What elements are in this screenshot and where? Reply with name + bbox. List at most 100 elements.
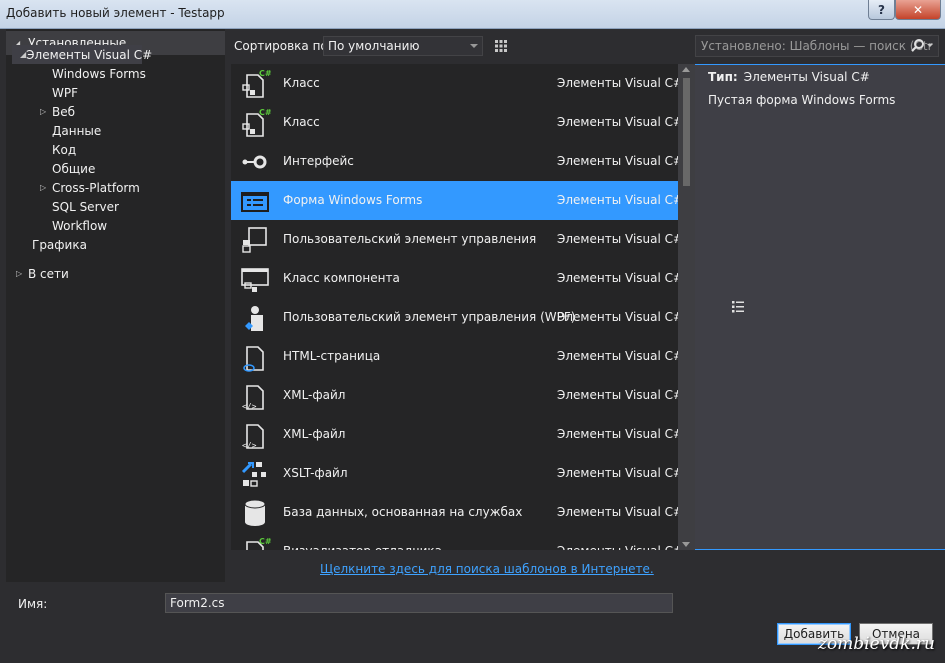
dropdown-arrow-icon xyxy=(470,44,478,48)
template-category: Элементы Visual C# xyxy=(557,544,678,550)
scroll-up-icon[interactable] xyxy=(682,67,690,72)
details-type: Тип: Элементы Visual C# xyxy=(708,70,870,84)
tree-item[interactable]: ▷ Веб xyxy=(40,102,75,121)
template-name: Визуализатор отладчика xyxy=(283,544,442,550)
collapsed-arrow-icon[interactable]: ▷ xyxy=(40,107,52,116)
tree-item-label: Данные xyxy=(52,123,102,138)
tree-item[interactable]: ▷ В сети xyxy=(16,264,69,283)
tree-item-label: Cross-Platform xyxy=(52,180,140,195)
template-row[interactable]: </> XML-файл Элементы Visual C# xyxy=(231,376,678,415)
template-row[interactable]: XSLT-файл Элементы Visual C# xyxy=(231,454,678,493)
template-name: Класс компонента xyxy=(283,271,400,285)
tree-item-label: В сети xyxy=(28,266,69,281)
template-name: XML-файл xyxy=(283,427,346,441)
template-name: XSLT-файл xyxy=(283,466,348,480)
component-class-icon xyxy=(241,268,269,292)
svg-text:C#: C# xyxy=(259,69,271,78)
template-row[interactable]: C# Класс Элементы Visual C# xyxy=(231,64,678,103)
template-category: Элементы Visual C# xyxy=(557,76,678,90)
tree-item-label: Общие xyxy=(52,161,96,176)
template-category: Элементы Visual C# xyxy=(557,466,678,480)
tree-item-label: Веб xyxy=(52,104,76,119)
tree-item[interactable]: Данные xyxy=(40,121,101,140)
database-icon xyxy=(244,499,266,526)
tree-item[interactable]: SQL Server xyxy=(40,197,119,216)
tree-item[interactable]: Общие xyxy=(40,159,95,178)
help-button[interactable]: ? xyxy=(868,0,895,20)
tree-item-label: Workflow xyxy=(52,218,108,233)
template-row[interactable]: </> XML-файл Элементы Visual C# xyxy=(231,415,678,454)
close-button[interactable]: ✕ xyxy=(895,0,941,20)
svg-text:C#: C# xyxy=(259,108,271,117)
template-category: Элементы Visual C# xyxy=(557,115,678,129)
template-category: Элементы Visual C# xyxy=(557,232,678,246)
template-category: Элементы Visual C# xyxy=(557,349,678,363)
tree-item[interactable]: Код xyxy=(40,140,76,159)
template-list[interactable]: C# Класс Элементы Visual C# C# Класс Элемент… xyxy=(231,64,678,550)
template-row[interactable]: C# Визуализатор отладчика Элементы Visual … xyxy=(231,532,678,550)
template-category: Элементы Visual C# xyxy=(557,427,678,441)
search-placeholder: Установлено: Шаблоны — поиск (Ctr xyxy=(701,39,933,53)
template-row[interactable]: Форма Windows Forms Элементы Visual C# xyxy=(231,181,678,220)
user-control-icon xyxy=(242,227,267,253)
tree-item[interactable]: Workflow xyxy=(40,216,107,235)
scroll-down-icon[interactable] xyxy=(682,542,690,547)
xml-file-icon: </> xyxy=(242,424,264,450)
details-type-label: Тип: xyxy=(708,70,738,84)
template-category: Элементы Visual C# xyxy=(557,505,678,519)
sort-dropdown[interactable]: По умолчанию xyxy=(323,36,483,56)
template-name: Класс xyxy=(283,76,320,90)
details-description: Пустая форма Windows Forms xyxy=(708,93,896,107)
template-row[interactable]: Пользовательский элемент управления Элеме… xyxy=(231,220,678,259)
search-button[interactable] xyxy=(911,38,935,54)
xml-file-icon: </> xyxy=(242,385,264,411)
template-name: Интерфейс xyxy=(283,154,354,168)
template-row[interactable]: Интерфейс Элементы Visual C# xyxy=(231,142,678,181)
template-list-scrollbar[interactable] xyxy=(678,64,695,550)
tree-item-label: Код xyxy=(52,142,77,157)
template-search-input[interactable]: Установлено: Шаблоны — поиск (Ctr xyxy=(695,35,939,57)
template-tree: ◢ Установленные ◢ Элементы Visual C# Windo… xyxy=(6,29,225,582)
tree-item[interactable]: ◢ Элементы Visual C# xyxy=(12,45,152,64)
window-title: Добавить новый элемент - Testapp xyxy=(6,6,225,20)
template-name: Форма Windows Forms xyxy=(283,193,423,207)
name-input[interactable]: Form2.cs xyxy=(165,593,673,613)
class-icon: C# xyxy=(242,69,271,98)
template-row[interactable]: Класс компонента Элементы Visual C# xyxy=(231,259,678,298)
tree-item-label: SQL Server xyxy=(52,199,119,214)
template-category: Элементы Visual C# xyxy=(557,310,678,324)
template-name: HTML-страница xyxy=(283,349,381,363)
template-name: Класс xyxy=(283,115,320,129)
tree-item[interactable]: WPF xyxy=(40,83,78,102)
list-view-icon xyxy=(731,301,744,313)
sort-dropdown-value: По умолчанию xyxy=(328,39,420,53)
title-bar: Добавить новый элемент - Testapp ? ✕ xyxy=(0,0,945,29)
details-type-value: Элементы Visual C# xyxy=(743,70,870,84)
tree-item[interactable]: ▷ Cross-Platform xyxy=(40,178,140,197)
template-name: Пользовательский элемент управления (WPF… xyxy=(283,310,576,324)
scroll-thumb[interactable] xyxy=(683,78,690,186)
debugger-visualizer-icon: C# xyxy=(246,537,271,550)
template-row[interactable]: База данных, основанная на службах Элемен… xyxy=(231,493,678,532)
template-row[interactable]: Пользовательский элемент управления (WPF… xyxy=(231,298,678,337)
sort-label: Сортировка по: xyxy=(234,39,332,53)
template-row[interactable]: HTML-страница Элементы Visual C# xyxy=(231,337,678,376)
name-input-value: Form2.cs xyxy=(170,596,225,610)
xslt-file-icon xyxy=(241,462,266,487)
online-templates-link[interactable]: Щелкните здесь для поиска шаблонов в Инт… xyxy=(320,562,654,576)
collapsed-arrow-icon[interactable]: ▷ xyxy=(16,269,28,278)
template-row[interactable]: C# Класс Элементы Visual C# xyxy=(231,103,678,142)
tree-item-label: Элементы Visual C# xyxy=(26,47,153,62)
watermark: zombievdk.ru xyxy=(818,634,935,654)
add-new-item-dialog: ◢ Установленные ◢ Элементы Visual C# Windo… xyxy=(6,29,945,663)
template-name: База данных, основанная на службах xyxy=(283,505,523,519)
interface-icon xyxy=(242,155,267,169)
tree-item[interactable]: Windows Forms xyxy=(40,64,146,83)
template-category: Элементы Visual C# xyxy=(557,154,678,168)
grid-view-button[interactable] xyxy=(491,36,511,56)
template-name: Пользовательский элемент управления xyxy=(283,232,537,246)
tree-item[interactable]: Графика xyxy=(20,235,87,254)
tree-item-label: WPF xyxy=(52,85,79,100)
svg-text:</>: </> xyxy=(242,402,257,411)
collapsed-arrow-icon[interactable]: ▷ xyxy=(40,183,52,192)
